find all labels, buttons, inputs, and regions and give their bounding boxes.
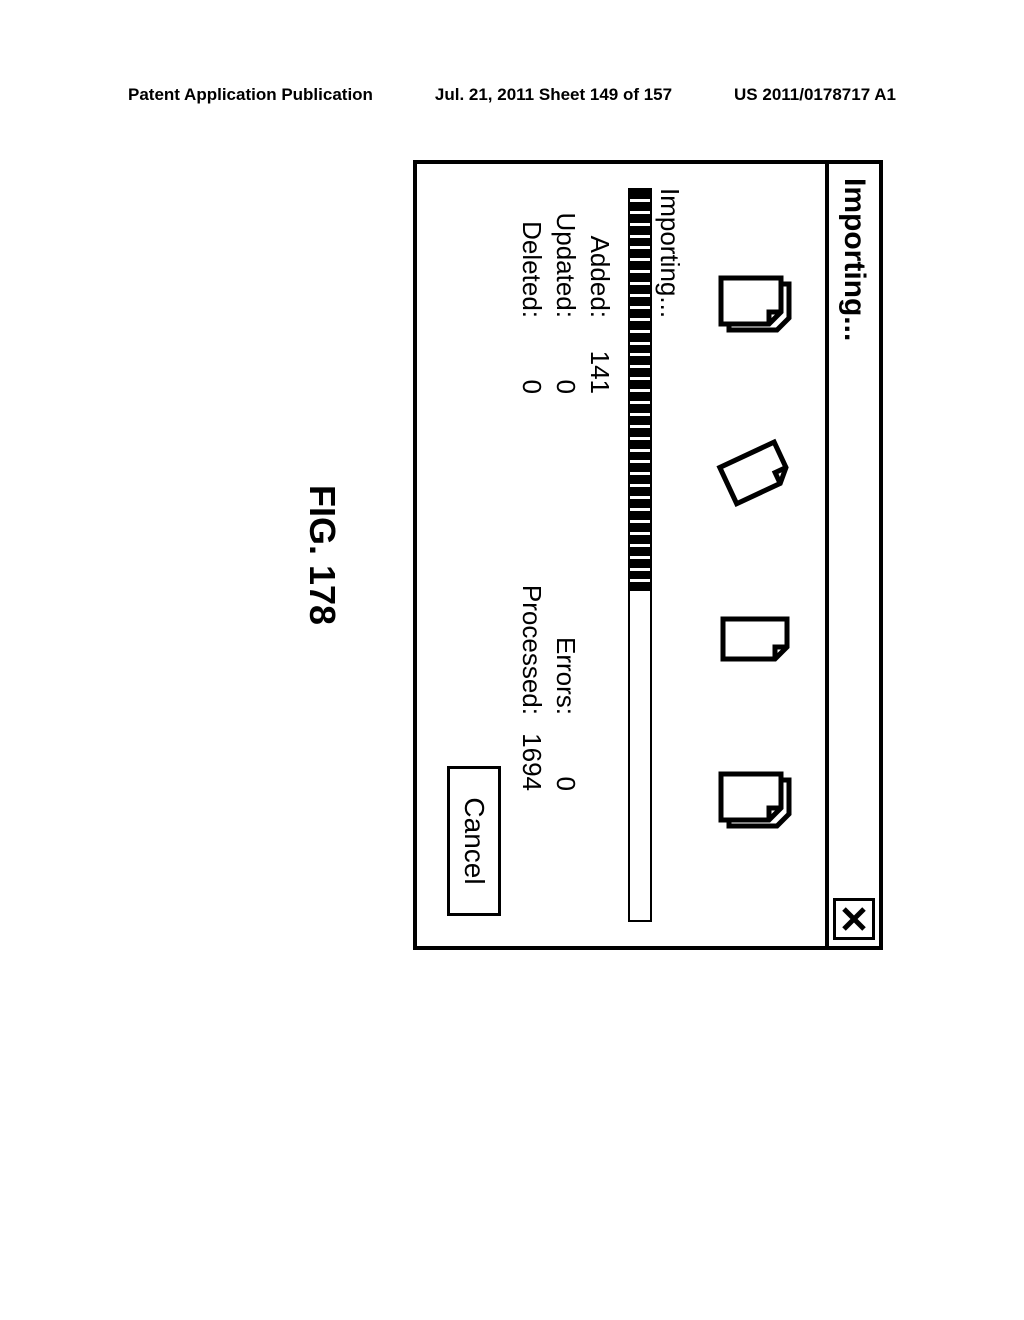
stats-left-values: 141 0 0: [515, 334, 616, 394]
cancel-label: Cancel: [458, 797, 490, 884]
stats-left: Added: Updated: Deleted: 141 0 0: [515, 188, 616, 555]
document-icon: [715, 603, 795, 673]
errors-label: Errors:: [548, 555, 582, 715]
close-icon: [840, 905, 868, 933]
updated-label: Updated:: [548, 188, 582, 318]
importing-dialog: Importing...: [413, 160, 883, 950]
stats-left-labels: Added: Updated: Deleted:: [515, 188, 616, 318]
progress-fill: [630, 190, 650, 592]
icon-row: [695, 164, 825, 946]
page-header: Patent Application Publication Jul. 21, …: [128, 85, 896, 105]
progress-bar: [628, 188, 652, 922]
document-rotated-icon: [715, 437, 795, 507]
documents-stack-icon: [715, 272, 795, 342]
status-label: Importing...: [654, 164, 685, 946]
documents-stack-icon: [715, 768, 795, 838]
header-right: US 2011/0178717 A1: [734, 85, 896, 105]
rotated-wrapper: Importing...: [243, 160, 883, 950]
added-value: 141: [582, 334, 616, 394]
errors-value: 0: [548, 731, 582, 791]
processed-value: 1694: [515, 731, 549, 791]
stats-right: Errors: Processed: 0 1694: [515, 555, 616, 922]
header-center: Jul. 21, 2011 Sheet 149 of 157: [435, 85, 672, 105]
close-button[interactable]: [833, 898, 875, 940]
stats-right-values: 0 1694: [515, 731, 616, 791]
figure-label: FIG. 178: [301, 485, 343, 625]
figure-container: Importing...: [88, 160, 888, 950]
updated-value: 0: [548, 334, 582, 394]
dialog-title: Importing...: [837, 178, 871, 341]
deleted-label: Deleted:: [515, 188, 549, 318]
deleted-value: 0: [515, 334, 549, 394]
cancel-button[interactable]: Cancel: [447, 766, 501, 916]
header-left: Patent Application Publication: [128, 85, 373, 105]
stats-row: Added: Updated: Deleted: 141 0 0 Errors:: [515, 164, 628, 946]
processed-label: Processed:: [515, 555, 549, 715]
added-label: Added:: [582, 188, 616, 318]
stats-right-labels: Errors: Processed:: [515, 555, 616, 715]
title-bar: Importing...: [825, 164, 879, 946]
